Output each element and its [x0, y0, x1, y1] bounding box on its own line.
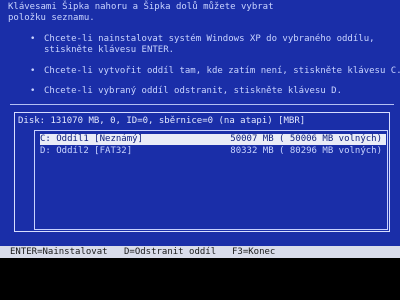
- partition-row-d[interactable]: D: Oddíl2 [FAT32] 80332 MB ( 80296 MB vo…: [40, 146, 386, 157]
- partition-name: D: Oddíl2 [FAT32]: [40, 146, 133, 156]
- bullet-install-line-1: Chcete-li nainstalovat systém Windows XP…: [44, 34, 375, 44]
- partition-row-c[interactable]: C: Oddíl1 [Neznámý] 50007 MB ( 50006 MB …: [40, 134, 386, 145]
- bullet-dot-icon: •: [30, 66, 36, 76]
- bullet-dot-icon: •: [30, 86, 36, 96]
- bullet-install-line-2: stiskněte klávesu ENTER.: [44, 45, 175, 55]
- partition-size: 80332 MB ( 80296 MB volných): [230, 146, 382, 156]
- partition-name: C: Oddíl1 [Neznámý]: [40, 134, 143, 144]
- status-delete: D=Odstranit oddíl: [124, 247, 217, 257]
- bullet-delete-line-1: Chcete-li vybraný oddíl odstranit, stisk…: [44, 86, 343, 96]
- disk-title: Disk: 131070 MB, 0, ID=0, sběrnice=0 (na…: [18, 116, 306, 126]
- instruction-line-1: Klávesami Šipka nahoru a Šipka dolů může…: [8, 2, 274, 12]
- partition-list: [34, 130, 388, 230]
- instruction-line-2: položku seznamu.: [8, 13, 95, 23]
- bullet-dot-icon: •: [30, 34, 36, 44]
- status-exit: F3=Konec: [232, 247, 276, 257]
- partition-size: 50007 MB ( 50006 MB volných): [230, 134, 382, 144]
- status-enter: ENTER=Nainstalovat: [10, 247, 108, 257]
- bullet-create-line-1: Chcete-li vytvořit oddíl tam, kde zatím …: [44, 66, 400, 76]
- separator-line: [10, 104, 394, 105]
- setup-screen: Klávesami Šipka nahoru a Šipka dolů může…: [0, 0, 400, 258]
- status-bar: ENTER=Nainstalovat D=Odstranit oddíl F3=…: [0, 246, 400, 258]
